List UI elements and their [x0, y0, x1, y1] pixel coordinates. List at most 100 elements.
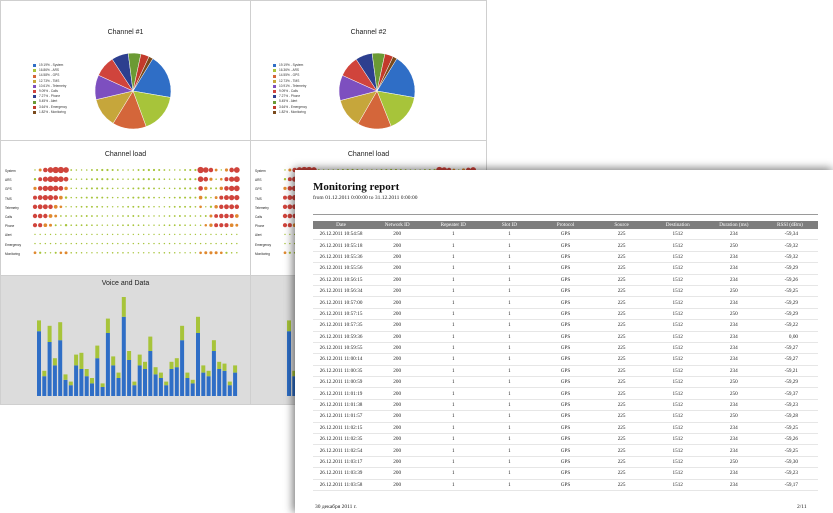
- load-dot: [288, 168, 292, 172]
- table-cell: 225: [593, 399, 650, 412]
- load-dot: [33, 251, 37, 255]
- data-bar: [58, 322, 63, 341]
- table-row: 26.12.2011 10:55:56 200 1 1 GPS 225 1512 234 -59…: [313, 262, 818, 275]
- table-cell: 1512: [649, 376, 706, 389]
- load-dot: [70, 224, 73, 227]
- voice-data-panel-1: Voice and Data: [0, 275, 251, 405]
- legend-swatch: [273, 74, 276, 78]
- table-cell: GPS: [537, 331, 594, 343]
- load-dot: [116, 224, 119, 227]
- legend-swatch: [33, 64, 36, 68]
- load-dot: [153, 206, 155, 208]
- table-cell: 225: [593, 422, 650, 435]
- load-dot: [168, 224, 171, 227]
- load-dot: [85, 215, 88, 217]
- load-dot: [189, 224, 192, 226]
- load-dot: [194, 187, 197, 190]
- load-dot: [194, 196, 197, 199]
- load-dot: [282, 204, 288, 209]
- load-dot: [137, 196, 140, 199]
- table-cell: GPS: [537, 365, 594, 378]
- load-dot: [33, 178, 37, 181]
- table-cell: 234: [705, 433, 762, 446]
- load-dot: [117, 242, 119, 245]
- channel2-pie: [338, 52, 416, 130]
- table-cell: 26.12.2011 10:55:56: [313, 262, 370, 275]
- table-cell: 1: [425, 467, 482, 480]
- load-dot: [86, 242, 88, 245]
- table-cell: 225: [593, 456, 650, 469]
- load-dot: [209, 251, 213, 255]
- table-cell: 1: [481, 422, 538, 435]
- load-dot: [199, 251, 202, 255]
- load-dot: [96, 187, 99, 190]
- load-dot: [86, 233, 88, 236]
- load-dot: [142, 215, 145, 217]
- table-row: 26.12.2011 11:03:17 200 1 1 GPS 225 1512 250 -59…: [313, 456, 818, 469]
- table-cell: GPS: [537, 308, 594, 321]
- load-dot: [42, 176, 48, 182]
- load-dot: [117, 215, 119, 217]
- load-dot: [38, 177, 43, 182]
- load-dot: [158, 252, 160, 254]
- table-cell: 1512: [649, 285, 706, 298]
- load-dot: [224, 168, 229, 172]
- table-cell: 1512: [649, 456, 706, 469]
- load-dot: [178, 205, 181, 208]
- load-dot: [289, 233, 291, 236]
- channel1-legend: 19.19% - System 16.86% - ARS 14.58% - GPS 1…: [33, 63, 67, 115]
- load-dot: [189, 205, 192, 208]
- load-dot: [37, 195, 43, 201]
- table-cell: 26.12.2011 11:03:39: [313, 467, 370, 480]
- legend-swatch: [273, 69, 276, 73]
- table-cell: 1512: [649, 319, 706, 332]
- load-dot: [75, 215, 78, 217]
- load-dot: [58, 176, 64, 182]
- table-cell: 1: [425, 262, 482, 275]
- table-cell: 234: [705, 353, 762, 366]
- table-cell: 26.12.2011 10:59:55: [313, 342, 370, 355]
- load-dot: [48, 214, 53, 218]
- table-cell: GPS: [537, 479, 594, 492]
- load-dot: [106, 224, 109, 226]
- load-dot: [168, 196, 171, 199]
- load-dot: [101, 168, 104, 172]
- table-cell: 225: [593, 353, 650, 366]
- load-dot: [214, 205, 218, 209]
- load-dot: [70, 206, 72, 208]
- legend-label: 1.82% - Monitoring: [279, 109, 306, 114]
- table-cell: GPS: [537, 444, 594, 457]
- channel1-pie: [94, 52, 172, 130]
- load-dot: [153, 215, 155, 217]
- load-dot: [199, 224, 202, 226]
- load-dot: [147, 178, 150, 181]
- table-cell: 1: [425, 274, 482, 286]
- load-dot: [204, 251, 208, 255]
- data-bar: [132, 381, 137, 386]
- voice-bar: [222, 370, 227, 396]
- load-dot: [58, 186, 64, 191]
- table-cell: 200: [369, 262, 426, 275]
- load-dot: [106, 252, 109, 254]
- legend-swatch: [33, 110, 36, 114]
- load-dot: [137, 215, 140, 217]
- load-dot: [179, 242, 181, 245]
- voice-bar: [68, 385, 73, 396]
- voice-bar: [137, 365, 142, 396]
- load-dot: [179, 224, 181, 227]
- table-cell: 1512: [649, 433, 706, 446]
- table-cell: 250: [705, 376, 762, 389]
- data-bar: [90, 378, 94, 384]
- load-dot: [101, 187, 104, 190]
- table-cell: 1: [481, 456, 538, 469]
- load-dot: [147, 196, 150, 199]
- table-cell: 1: [425, 353, 482, 366]
- load-dot: [111, 196, 114, 199]
- table-row: 26.12.2011 11:02:54 200 1 1 GPS 225 1512 234 -59…: [313, 444, 818, 457]
- voice-bar: [217, 369, 222, 396]
- table-cell: 234: [705, 342, 762, 355]
- load-dot: [148, 224, 150, 226]
- load-dot: [224, 213, 229, 219]
- load-dot: [189, 187, 192, 190]
- table-cell: GPS: [537, 456, 594, 469]
